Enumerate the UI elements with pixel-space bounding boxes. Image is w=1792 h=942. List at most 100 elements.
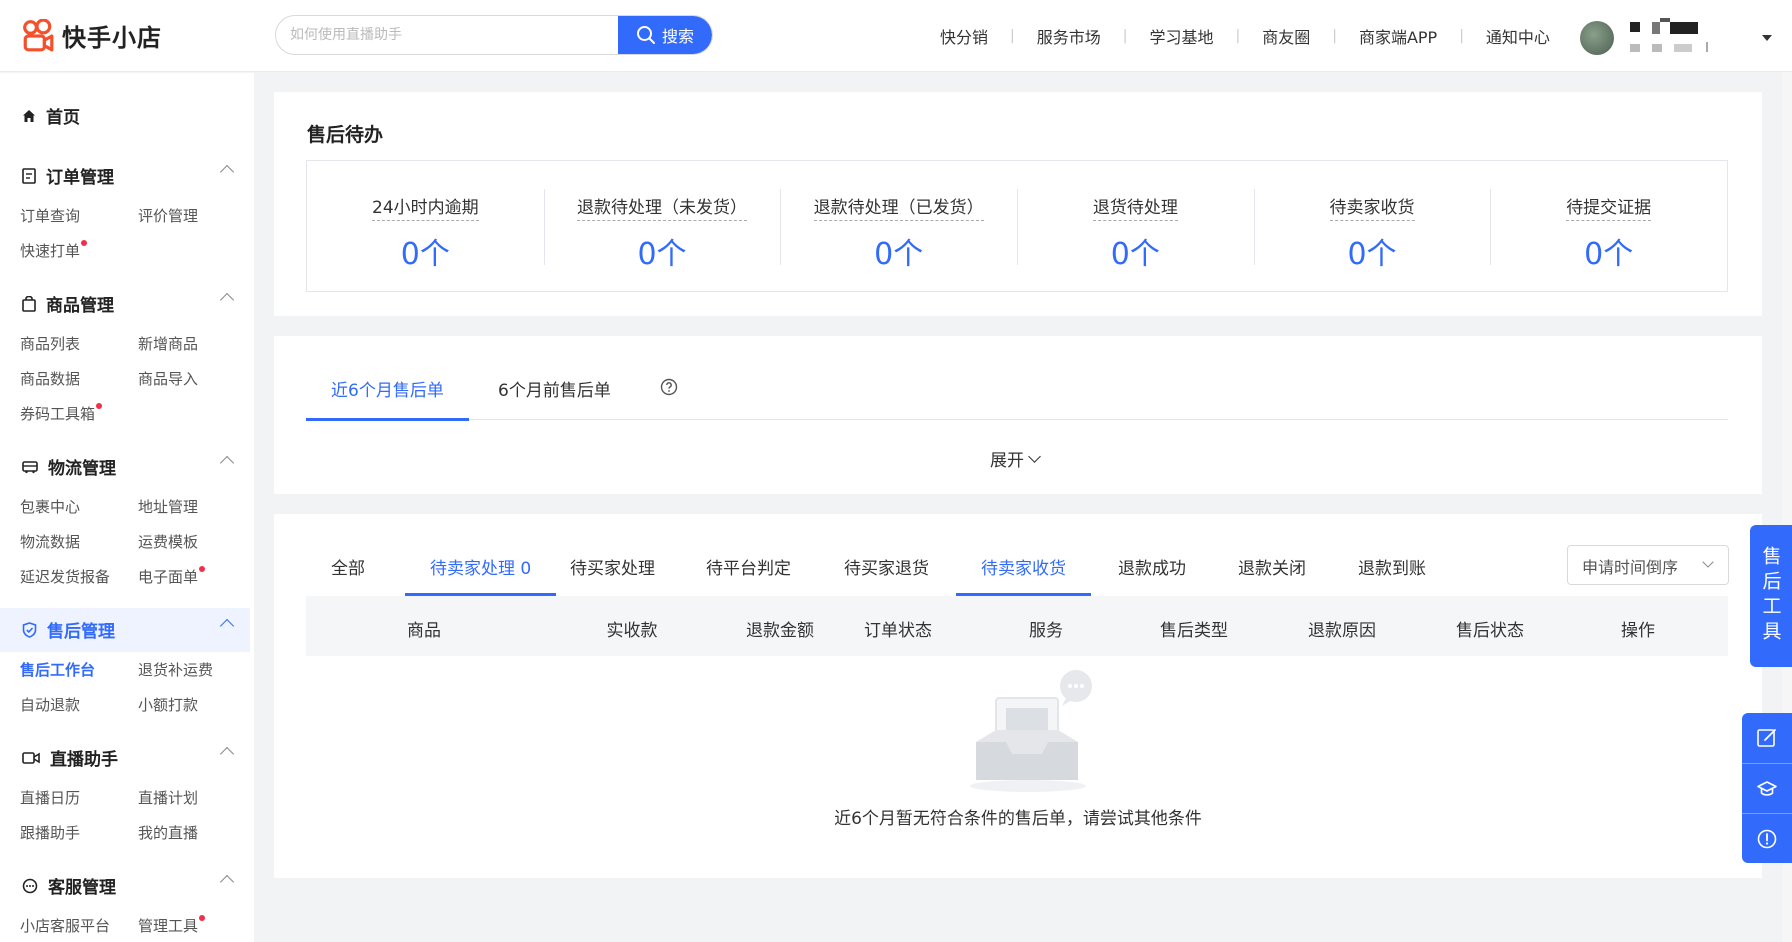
sidebar-group-logistics[interactable]: 物流管理 xyxy=(22,454,235,479)
sidebar-item-my-live[interactable]: 我的直播 xyxy=(138,822,198,843)
stat-overdue-24h[interactable]: 24小时内逾期 0个 xyxy=(307,161,544,291)
table-header: 商品 实收款 退款金额 订单状态 服务 售后类型 退款原因 售后状态 操作 xyxy=(306,596,1728,656)
sidebar-group-label: 客服管理 xyxy=(48,878,116,898)
chevron-down-icon xyxy=(1028,449,1041,463)
sort-select[interactable]: 申请时间倒序 xyxy=(1567,545,1729,585)
user-menu[interactable] xyxy=(1580,18,1772,58)
search-icon xyxy=(636,26,655,44)
feedback-button[interactable] xyxy=(1742,713,1792,763)
learning-button[interactable] xyxy=(1742,763,1792,813)
sidebar-item-delay-report[interactable]: 延迟发货报备 xyxy=(20,566,110,587)
tab-seller-receive[interactable]: 待卖家收货 xyxy=(956,554,1091,596)
sidebar-item-live-plan[interactable]: 直播计划 xyxy=(138,787,198,808)
chevron-down-icon[interactable] xyxy=(1762,35,1772,41)
nav-item-service-market[interactable]: 服务市场 xyxy=(1037,24,1101,48)
sidebar-item-freight-template[interactable]: 运费模板 xyxy=(138,531,198,552)
sidebar-item-home[interactable]: 首页 xyxy=(22,103,80,128)
sidebar-item-product-import[interactable]: 商品导入 xyxy=(138,368,198,389)
after-sales-list-card: 全部 待卖家处理 0 待买家处理 待平台判定 待买家退货 待卖家收货 退款成功 … xyxy=(274,514,1762,878)
chevron-up-icon xyxy=(219,874,235,890)
sidebar-item-address[interactable]: 地址管理 xyxy=(138,496,198,517)
new-dot xyxy=(199,566,206,572)
stat-value: 0个 xyxy=(1347,237,1397,272)
tab-refund-success[interactable]: 退款成功 xyxy=(1118,554,1186,594)
order-icon xyxy=(22,167,36,184)
todo-title: 售后待办 xyxy=(307,124,384,146)
sidebar-item-management-tools[interactable]: 管理工具 xyxy=(138,915,206,936)
column-header: 服务 xyxy=(1029,621,1063,641)
sidebar-item-order-query[interactable]: 订单查询 xyxy=(20,205,80,226)
sidebar-item-product-data[interactable]: 商品数据 xyxy=(20,368,80,389)
sidebar-item-package-center[interactable]: 包裹中心 xyxy=(20,496,80,517)
sidebar-item-auto-refund[interactable]: 自动退款 xyxy=(20,694,80,715)
sidebar-item-live-calendar[interactable]: 直播日历 xyxy=(20,787,80,808)
stat-refund-unshipped[interactable]: 退款待处理（未发货） 0个 xyxy=(543,161,781,291)
nav-item-merchant-app[interactable]: 商家端APP xyxy=(1359,24,1437,48)
sidebar-item-live-assistant[interactable]: 跟播助手 xyxy=(20,822,80,843)
sidebar-item-after-sales-workbench[interactable]: 售后工作台 xyxy=(20,659,95,680)
shield-check-icon xyxy=(22,621,37,638)
nav-separator: | xyxy=(1459,28,1464,44)
after-sales-tools-button[interactable]: 售后工具 xyxy=(1750,525,1792,667)
video-icon xyxy=(22,751,40,764)
tab-seller-pending[interactable]: 待卖家处理 0 xyxy=(404,554,557,596)
stat-seller-receive[interactable]: 待卖家收货 0个 xyxy=(1253,161,1491,291)
period-tabs-card: 近6个月售后单 6个月前售后单 展开 xyxy=(274,336,1762,494)
sidebar-group-orders[interactable]: 订单管理 xyxy=(22,163,235,188)
chevron-down-icon xyxy=(1702,556,1714,568)
stat-label: 退款待处理（已发货） xyxy=(813,193,984,221)
help-icon[interactable] xyxy=(660,378,678,396)
nav-item-notifications[interactable]: 通知中心 xyxy=(1486,24,1550,48)
stat-submit-evidence[interactable]: 待提交证据 0个 xyxy=(1490,161,1727,291)
column-header: 订单状态 xyxy=(864,621,932,641)
sidebar: 首页 订单管理 订单查询 评价管理 快速打单 商品管理 商品列表 新增商品 商品… xyxy=(0,73,254,942)
tab-refund-arrived[interactable]: 退款到账 xyxy=(1358,554,1426,594)
empty-state-text: 近6个月暂无符合条件的售后单，请尝试其他条件 xyxy=(834,809,1202,829)
expand-filters-button[interactable]: 展开 xyxy=(990,446,1041,471)
bag-icon xyxy=(22,295,36,312)
sidebar-group-customer-service[interactable]: 客服管理 xyxy=(22,873,235,898)
sidebar-group-live[interactable]: 直播助手 xyxy=(22,745,235,770)
stat-refund-shipped[interactable]: 退款待处理（已发货） 0个 xyxy=(780,161,1017,291)
home-icon xyxy=(23,109,35,122)
sidebar-item-return-shipping[interactable]: 退货补运费 xyxy=(138,659,213,680)
nav-item-learning[interactable]: 学习基地 xyxy=(1149,24,1213,48)
sidebar-item-cs-platform[interactable]: 小店客服平台 xyxy=(20,915,110,936)
sidebar-item-logistics-data[interactable]: 物流数据 xyxy=(20,531,80,552)
sort-label: 申请时间倒序 xyxy=(1582,558,1679,577)
sidebar-item-quick-print[interactable]: 快速打单 xyxy=(20,240,88,261)
truck-icon xyxy=(22,460,38,473)
sidebar-item-small-payment[interactable]: 小额打款 xyxy=(138,694,198,715)
column-header: 售后类型 xyxy=(1160,621,1228,641)
sidebar-item-e-waybill[interactable]: 电子面单 xyxy=(138,566,206,587)
tab-buyer-return[interactable]: 待买家退货 xyxy=(844,554,929,594)
sidebar-item-label: 管理工具 xyxy=(138,917,199,935)
logo[interactable]: 快手小店 xyxy=(22,18,162,53)
sidebar-item-review[interactable]: 评价管理 xyxy=(138,205,198,226)
sidebar-item-add-product[interactable]: 新增商品 xyxy=(138,333,198,354)
empty-inbox-icon xyxy=(970,670,1092,792)
tab-platform-judge[interactable]: 待平台判定 xyxy=(706,554,791,594)
sidebar-group-after-sales[interactable]: 售后管理 xyxy=(22,617,235,642)
stat-return-pending[interactable]: 退货待处理 0个 xyxy=(1017,161,1254,291)
avatar[interactable] xyxy=(1580,21,1614,55)
period-tabs: 近6个月售后单 6个月前售后单 xyxy=(306,376,1728,421)
graduation-cap-icon xyxy=(1757,780,1777,796)
tab-all[interactable]: 全部 xyxy=(331,554,365,594)
search-input[interactable] xyxy=(276,16,616,54)
tab-recent-6-months[interactable]: 近6个月售后单 xyxy=(306,376,469,421)
sidebar-group-products[interactable]: 商品管理 xyxy=(22,291,235,316)
tab-refund-closed[interactable]: 退款关闭 xyxy=(1238,554,1306,594)
nav-item-distribution[interactable]: 快分销 xyxy=(940,24,988,48)
column-header: 实收款 xyxy=(606,621,658,641)
search-button[interactable]: 搜索 xyxy=(618,16,712,54)
sidebar-item-product-list[interactable]: 商品列表 xyxy=(20,333,80,354)
tab-buyer-pending[interactable]: 待买家处理 xyxy=(570,554,655,594)
info-button[interactable] xyxy=(1742,813,1792,863)
sidebar-item-coupon-toolbox[interactable]: 券码工具箱 xyxy=(20,403,103,424)
new-dot xyxy=(81,240,88,246)
tab-before-6-months[interactable]: 6个月前售后单 xyxy=(498,376,611,420)
nav-item-merchant-circle[interactable]: 商友圈 xyxy=(1262,24,1310,48)
sidebar-group-label: 商品管理 xyxy=(46,296,114,316)
sidebar-item-label: 快速打单 xyxy=(20,242,81,260)
